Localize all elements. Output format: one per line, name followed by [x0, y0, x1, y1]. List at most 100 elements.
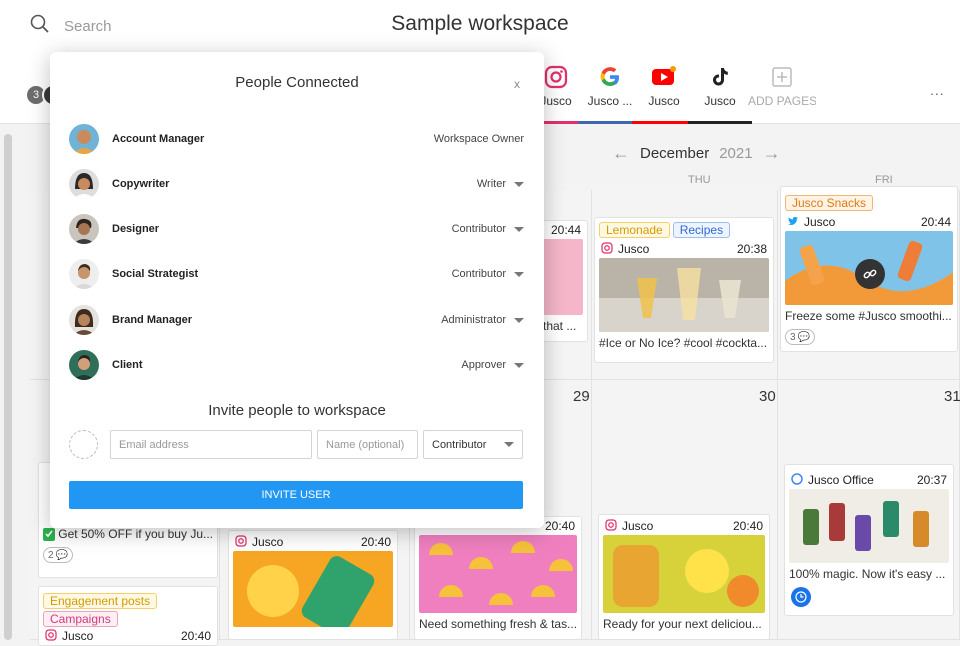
twitter-icon — [787, 215, 799, 230]
calendar-navigation: ← December 2021 → — [612, 143, 781, 164]
post-caption: #Ice or No Ice? #cool #cockta... — [599, 336, 768, 350]
person-name: Client — [112, 359, 143, 371]
comments-count: 3 — [790, 331, 796, 343]
post-tag[interactable]: Recipes — [672, 222, 731, 238]
person-row: Designer Contributor — [69, 213, 524, 245]
post-image[interactable] — [419, 535, 577, 613]
role-value: Writer — [476, 178, 506, 190]
person-row: Copywriter Writer — [69, 168, 524, 200]
role-select[interactable]: Contributor — [423, 430, 523, 459]
role-select-value: Contributor — [432, 438, 487, 451]
post-tag[interactable]: Jusco Snacks — [785, 195, 874, 211]
calendar-year: 2021 — [719, 145, 753, 162]
person-name: Designer — [112, 223, 160, 235]
prev-month-arrow-icon[interactable]: ← — [612, 143, 630, 164]
chevron-down-icon — [504, 442, 514, 447]
day-number: 29 — [573, 388, 590, 405]
post-time: 20:44 — [920, 215, 951, 229]
day-number: 30 — [759, 388, 776, 405]
comments-badge[interactable]: 2 💬 — [43, 547, 74, 563]
post-account: Jusco — [252, 535, 284, 549]
post-card[interactable]: Jusco Office 20:37 100% magic. Now it's … — [784, 464, 954, 616]
post-tag[interactable]: Engagement posts — [43, 593, 158, 609]
role-value: Contributor — [451, 268, 506, 280]
role-dropdown[interactable]: Writer — [477, 178, 524, 190]
chevron-down-icon — [514, 181, 524, 187]
person-row: Brand Manager Administrator — [69, 304, 524, 336]
post-time: 20:40 — [360, 535, 391, 549]
post-account: Jusco Office — [808, 473, 874, 487]
post-card[interactable]: Lemonade Recipes Jusco 20:38 #Ice or No I… — [594, 217, 774, 363]
invite-user-button[interactable]: INVITE USER — [69, 481, 523, 509]
invite-title: Invite people to workspace — [208, 402, 386, 419]
channel-label: Jusco — [648, 94, 680, 108]
google-icon — [791, 472, 803, 488]
post-time: 20:40 — [544, 519, 575, 533]
email-field[interactable]: Email address — [110, 430, 312, 459]
instagram-icon — [45, 628, 57, 644]
post-caption: 100% magic. Now it's easy ... — [789, 567, 946, 581]
post-caption: Ready for your next deliciou... — [603, 617, 762, 631]
youtube-icon — [632, 62, 696, 92]
channel-underline — [688, 121, 752, 124]
role-value: Approver — [461, 359, 506, 371]
avatar — [69, 305, 99, 335]
post-tag[interactable]: Campaigns — [43, 611, 118, 627]
post-card[interactable]: 20:40 Need something fresh & tas... — [414, 516, 582, 640]
post-time: 20:40 — [180, 629, 211, 643]
person-name: Brand Manager — [112, 314, 193, 326]
close-button[interactable]: x — [514, 77, 520, 91]
instagram-icon — [605, 518, 617, 534]
role-dropdown[interactable]: Contributor — [452, 223, 524, 235]
post-image[interactable] — [785, 231, 953, 305]
post-image[interactable] — [603, 535, 765, 613]
avatar-placeholder — [69, 430, 98, 459]
post-card[interactable]: Jusco 20:40 — [228, 530, 398, 640]
channel-tab-youtube[interactable]: Jusco — [632, 62, 696, 124]
person-row: Client Approver — [69, 349, 524, 381]
modal-title: People Connected — [235, 74, 359, 91]
comments-count: 2 — [48, 549, 54, 561]
chevron-down-icon — [514, 317, 524, 323]
more-options-button[interactable]: ... — [930, 82, 945, 98]
comment-icon: 💬 — [797, 331, 811, 343]
post-image[interactable] — [599, 258, 769, 332]
clock-icon[interactable] — [791, 587, 811, 607]
role-dropdown[interactable]: Contributor — [452, 268, 524, 280]
post-account: Jusco — [62, 629, 94, 643]
people-connected-modal: People Connected x Account Manager Works… — [50, 52, 544, 528]
channel-tab-tiktok[interactable]: Jusco — [688, 62, 752, 124]
post-image[interactable] — [789, 489, 949, 563]
weekday-label-thu: THU — [688, 174, 711, 186]
instagram-icon — [601, 241, 613, 257]
post-caption: Need something fresh & tas... — [419, 617, 578, 631]
weekday-label-fri: FRI — [875, 174, 893, 186]
post-card[interactable]: Jusco 20:40 Ready for your next deliciou… — [598, 514, 770, 640]
post-caption: Freeze some #Jusco smoothi... — [785, 309, 952, 323]
role-dropdown[interactable]: Administrator — [441, 314, 524, 326]
plus-icon — [748, 62, 816, 92]
avatar — [69, 259, 99, 289]
vertical-scrollbar[interactable] — [4, 134, 12, 640]
post-tag[interactable]: Lemonade — [599, 222, 670, 238]
person-name: Account Manager — [112, 133, 205, 145]
post-image[interactable] — [233, 551, 393, 627]
person-row: Account Manager Workspace Owner — [69, 123, 524, 155]
name-field[interactable]: Name (optional) — [317, 430, 418, 459]
link-icon[interactable] — [855, 259, 885, 289]
comment-icon: 💬 — [55, 549, 69, 561]
add-pages-button[interactable]: ADD PAGES — [748, 62, 816, 124]
channel-underline — [632, 121, 696, 124]
role-dropdown[interactable]: Approver — [461, 359, 524, 371]
workspace-title: Sample workspace — [391, 12, 569, 35]
calendar-month: December — [640, 145, 710, 162]
tiktok-icon — [688, 62, 752, 92]
post-card[interactable]: Jusco Snacks Jusco 20:44 Freeze some #Ju… — [780, 186, 958, 352]
role-value: Workspace Owner — [433, 133, 524, 145]
comments-badge[interactable]: 3 💬 — [785, 329, 816, 345]
post-card[interactable]: Engagement posts Campaigns Jusco 20:40 — [38, 586, 218, 646]
chevron-down-icon — [514, 226, 524, 232]
avatar — [69, 350, 99, 380]
person-name: Copywriter — [112, 178, 170, 190]
next-month-arrow-icon[interactable]: → — [763, 143, 781, 164]
